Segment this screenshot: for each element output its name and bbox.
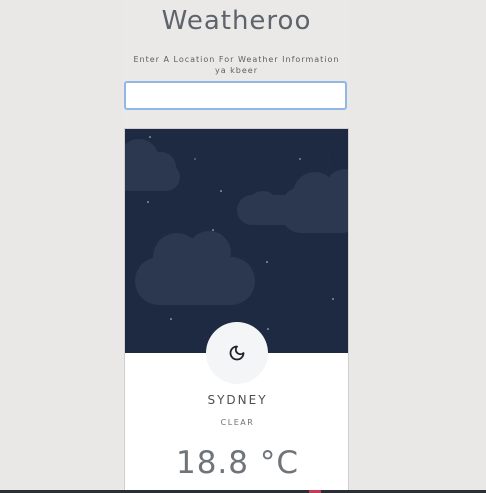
app-title: Weatheroo [161,6,312,36]
prompt-line-2: ya kbeer [214,66,259,75]
star [194,158,196,160]
star [149,136,151,138]
star [267,328,269,330]
location-prompt: Enter A Location For Weather Information… [123,54,350,76]
cloud-top-left [125,139,180,191]
city-name: SYDNEY [207,393,268,407]
cloud-right [237,169,348,233]
star [212,229,214,231]
star [299,158,301,160]
weather-card: SYDNEY CLEAR 18.8 °C [124,128,349,493]
weather-condition: CLEAR [220,418,255,427]
star [147,201,149,203]
temperature-reading: 18.8 °C [175,445,300,481]
moon-icon [229,345,245,361]
star [266,261,268,263]
weather-icon-badge [206,322,268,384]
location-search-input[interactable] [124,81,347,110]
star [332,298,334,300]
star [170,318,172,320]
night-sky-illustration [125,136,348,330]
star [220,190,222,192]
night-sky-scene [125,129,348,353]
cloud-middle-left [135,231,255,305]
prompt-line-1: Enter A Location For Weather Information [133,55,340,64]
